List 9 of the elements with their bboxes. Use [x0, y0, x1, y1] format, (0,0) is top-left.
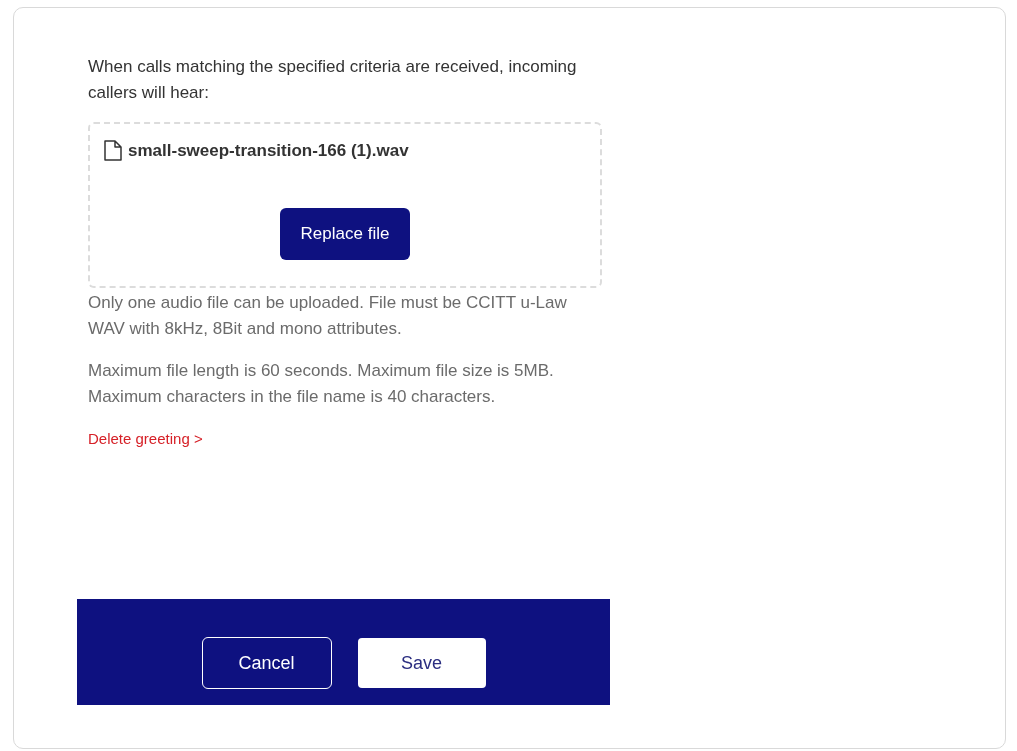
cancel-button[interactable]: Cancel — [201, 637, 332, 689]
replace-file-button[interactable]: Replace file — [280, 207, 410, 260]
upload-note: Maximum file length is 60 seconds. Maximum file size is 5MB. Maximum characters in the file name is 40 characters. — [88, 360, 555, 408]
file-name: small-sweep-transition-166 (1).wav — [128, 140, 409, 162]
document-icon — [104, 140, 122, 162]
delete-greeting-link[interactable]: Delete greeting > — [88, 428, 614, 451]
upload-note: Only one audio file can be uploaded. File must be CCITT u-Law WAV with 8kHz, 8Bit and mono attributes. — [88, 292, 568, 340]
save-button[interactable]: Save — [357, 638, 486, 688]
intro-text: When calls matching the specified criteria are received, incoming callers will hear: — [88, 56, 578, 104]
